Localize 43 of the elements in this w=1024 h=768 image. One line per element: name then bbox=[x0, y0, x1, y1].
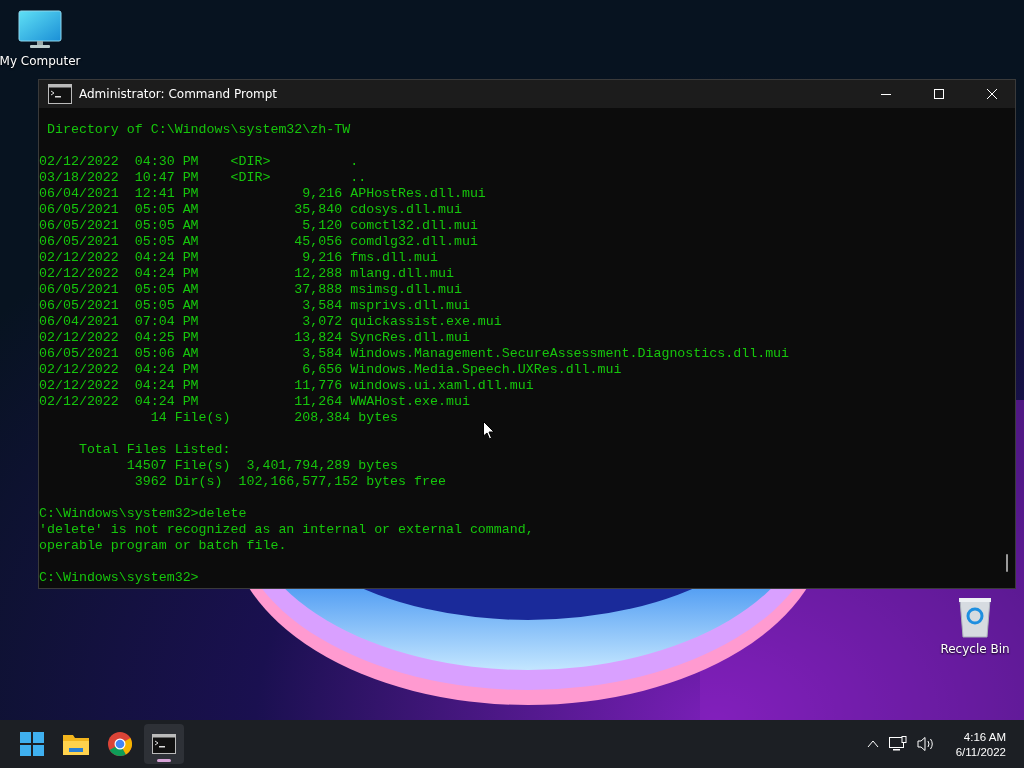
recycle-bin-icon bbox=[957, 596, 993, 638]
taskbar-button[interactable] bbox=[144, 724, 184, 764]
windows-logo-icon bbox=[20, 732, 44, 756]
console-line: 3962 Dir(s) 102,166,577,152 bytes free bbox=[133, 474, 446, 490]
folder-icon bbox=[63, 733, 89, 755]
console-line: 06/05/2021 05:05 AM 3,584 msprivs.dll.mui bbox=[39, 298, 470, 314]
terminal-icon bbox=[152, 734, 176, 754]
desktop-icon-label[interactable]: Recycle Bin bbox=[940, 642, 1010, 656]
console-line: 14 File(s) 208,384 bytes bbox=[149, 410, 399, 426]
close-icon bbox=[987, 89, 997, 99]
console-line: 02/12/2022 04:24 PM 11,776 windows.ui.xaml.dll.mui bbox=[39, 378, 534, 394]
console-line: 02/12/2022 04:25 PM 13,824 SyncRes.dll.mui bbox=[39, 330, 470, 346]
clock-time: 4:16 AM bbox=[963, 730, 1006, 743]
monitor-icon bbox=[18, 10, 62, 50]
mouse-cursor-icon bbox=[483, 421, 495, 440]
console-line: 02/12/2022 04:24 PM 9,216 fms.dll.mui bbox=[39, 250, 438, 266]
console-line: C:\Windows\system32> bbox=[39, 570, 199, 586]
console-line: 14507 File(s) 3,401,794,289 bytes bbox=[125, 458, 399, 474]
console-line: Directory of C:\Windows\system32\zh-TW bbox=[45, 122, 351, 138]
console-line: 06/05/2021 05:06 AM 3,584 Windows.Management.SecureAssessment.Diagnostics.dll.mui bbox=[39, 346, 790, 362]
console-line: 06/04/2021 07:04 PM 3,072 quickassist.exe.mui bbox=[39, 314, 502, 330]
console-line: 06/05/2021 05:05 AM 5,120 comctl32.dll.mui bbox=[39, 218, 478, 234]
desktop-icon-label[interactable]: My Computer bbox=[0, 54, 81, 68]
console-line: C:\Windows\system32>delete bbox=[39, 506, 247, 522]
console-line: 06/05/2021 05:05 AM 37,888 msimsg.dll.mui bbox=[39, 282, 462, 298]
console-line: 02/12/2022 04:24 PM 12,288 mlang.dll.mui bbox=[39, 266, 454, 282]
terminal-icon bbox=[48, 84, 72, 104]
console-line: 03/18/2022 10:47 PM <DIR> .. bbox=[39, 170, 367, 186]
console-line: 06/05/2021 05:05 AM 35,840 cdosys.dll.mui bbox=[39, 202, 462, 218]
window-title: Administrator: Command Prompt bbox=[79, 87, 278, 101]
clock[interactable]: 4:16 AM 6/11/2022 bbox=[949, 730, 1012, 758]
console-line: 02/12/2022 04:30 PM <DIR> . bbox=[39, 154, 359, 170]
console-line: Total Files Listed: bbox=[77, 442, 231, 458]
console-line: 02/12/2022 04:24 PM 11,264 WWAHost.exe.mui bbox=[39, 394, 470, 410]
maximize-icon bbox=[934, 89, 944, 99]
browser-icon bbox=[108, 732, 132, 756]
console-line: 02/12/2022 04:24 PM 6,656 Windows.Media.Speech.UXRes.dll.mui bbox=[39, 362, 622, 378]
console-line: 06/05/2021 05:05 AM 45,056 comdlg32.dll.mui bbox=[39, 234, 478, 250]
console-line: 'delete' is not recognized as an internal or external command, bbox=[39, 522, 534, 538]
clock-date: 6/11/2022 bbox=[955, 745, 1006, 758]
console-line: operable program or batch file. bbox=[39, 538, 287, 554]
scrollbar-thumb[interactable] bbox=[1005, 554, 1008, 572]
console-line: 06/04/2021 12:41 PM 9,216 APHostRes.dll.mui bbox=[39, 186, 486, 202]
